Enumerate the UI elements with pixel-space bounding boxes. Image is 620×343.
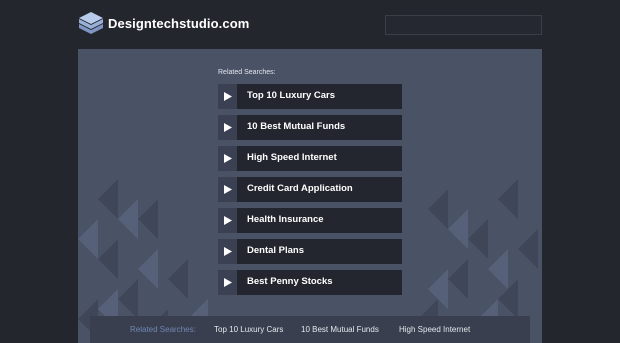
related-link-credit-card-application[interactable]: Credit Card Application — [218, 177, 402, 202]
bottom-related-bar: Related Searches: Top 10 Luxury Cars 10 … — [90, 316, 530, 343]
play-arrow-icon — [218, 84, 237, 109]
related-link-label: Best Penny Stocks — [247, 276, 333, 287]
bottom-link-top-10-luxury-cars[interactable]: Top 10 Luxury Cars — [214, 325, 283, 334]
related-link-label: Dental Plans — [247, 245, 305, 256]
related-link-high-speed-internet[interactable]: High Speed Internet — [218, 146, 402, 171]
related-link-top-10-luxury-cars[interactable]: Top 10 Luxury Cars — [218, 84, 402, 109]
layered-stack-icon[interactable] — [77, 10, 105, 38]
bottom-link-high-speed-internet[interactable]: High Speed Internet — [399, 325, 470, 334]
related-link-label: Health Insurance — [247, 214, 324, 225]
play-arrow-icon — [218, 270, 237, 295]
search-input[interactable] — [385, 15, 542, 35]
play-arrow-icon — [218, 239, 237, 264]
related-link-health-insurance[interactable]: Health Insurance — [218, 208, 402, 233]
related-link-label: Top 10 Luxury Cars — [247, 90, 335, 101]
play-arrow-icon — [218, 177, 237, 202]
play-arrow-icon — [218, 208, 237, 233]
related-searches-label: Related Searches: — [218, 69, 276, 76]
related-link-best-penny-stocks[interactable]: Best Penny Stocks — [218, 270, 402, 295]
related-link-10-best-mutual-funds[interactable]: 10 Best Mutual Funds — [218, 115, 402, 140]
top-header: Designtechstudio.com — [0, 0, 620, 48]
play-arrow-icon — [218, 115, 237, 140]
related-link-label: 10 Best Mutual Funds — [247, 121, 346, 132]
main-panel: Related Searches: Top 10 Luxury Cars 10 … — [78, 49, 542, 343]
related-link-dental-plans[interactable]: Dental Plans — [218, 239, 402, 264]
related-link-label: High Speed Internet — [247, 152, 337, 163]
site-name[interactable]: Designtechstudio.com — [108, 16, 249, 31]
bottom-related-label: Related Searches: — [130, 325, 196, 334]
play-arrow-icon — [218, 146, 237, 171]
related-links-list: Top 10 Luxury Cars 10 Best Mutual Funds … — [218, 84, 402, 301]
related-link-label: Credit Card Application — [247, 183, 353, 194]
bottom-link-10-best-mutual-funds[interactable]: 10 Best Mutual Funds — [301, 325, 379, 334]
